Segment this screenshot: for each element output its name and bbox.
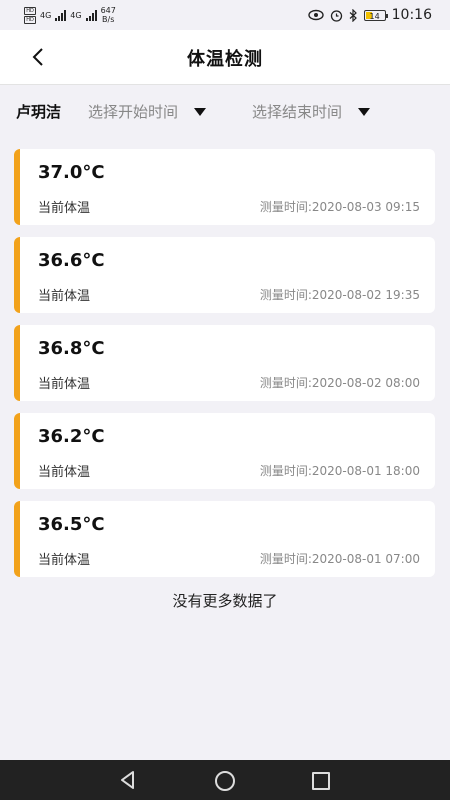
dropdown-arrow-icon [358, 107, 371, 116]
user-name: 卢玥洁 [16, 103, 62, 121]
nav-recent-apps-icon[interactable] [312, 772, 330, 790]
record-card[interactable]: 36.6°C 当前体温 测量时间:2020-08-02 19:35 [14, 237, 435, 313]
system-nav-bar [0, 760, 450, 800]
nav-back-icon[interactable] [118, 770, 138, 790]
record-label: 当前体温 [38, 201, 91, 216]
end-time-selector[interactable]: 选择结束时间 [252, 101, 371, 122]
record-time: 测量时间:2020-08-03 09:15 [259, 200, 420, 214]
record-label: 当前体温 [38, 289, 91, 304]
alarm-icon [330, 9, 342, 22]
record-label: 当前体温 [38, 553, 91, 568]
end-time-placeholder: 选择结束时间 [252, 103, 343, 121]
record-temperature: 36.8°C [38, 338, 105, 359]
record-time: 测量时间:2020-08-02 19:35 [259, 288, 420, 302]
app-header: 体温检测 [0, 30, 450, 85]
record-temperature: 37.0°C [38, 162, 105, 183]
network-type-1: 4G [40, 10, 52, 20]
record-card[interactable]: 36.5°C 当前体温 测量时间:2020-08-01 07:00 [14, 501, 435, 577]
network-speed: 647 B/s [101, 6, 116, 24]
bluetooth-icon [349, 8, 357, 22]
record-temperature: 36.2°C [38, 426, 105, 447]
record-temperature: 36.5°C [38, 514, 105, 535]
sim2-icon: HD [24, 15, 36, 24]
page-title: 体温检测 [187, 49, 263, 70]
record-card[interactable]: 37.0°C 当前体温 测量时间:2020-08-03 09:15 [14, 149, 435, 225]
temperature-record-list: 37.0°C 当前体温 测量时间:2020-08-03 09:15 36.6°C… [14, 149, 435, 589]
status-left: HD HD 4G 4G 647 B/s [24, 4, 116, 26]
network-type-2: 4G [70, 10, 82, 20]
sim1-icon: HD [24, 6, 36, 15]
sim-indicators: HD HD [24, 6, 36, 24]
dropdown-arrow-icon [194, 107, 207, 116]
record-card[interactable]: 36.2°C 当前体温 测量时间:2020-08-01 18:00 [14, 413, 435, 489]
no-more-data-text: 没有更多数据了 [172, 592, 278, 610]
start-time-selector[interactable]: 选择开始时间 [88, 101, 207, 122]
card-accent-bar [14, 149, 20, 225]
eye-icon [307, 9, 324, 21]
signal-icon [55, 9, 67, 21]
status-right: 14 10:16 [307, 4, 432, 26]
battery-icon: 14 [363, 9, 388, 21]
network-speed-unit: B/s [102, 15, 115, 24]
card-accent-bar [14, 237, 20, 313]
status-bar: HD HD 4G 4G 647 B/s 14 10:16 [0, 0, 450, 30]
record-time: 测量时间:2020-08-01 07:00 [259, 552, 420, 566]
network-speed-value: 647 [100, 6, 116, 15]
record-time: 测量时间:2020-08-01 18:00 [259, 464, 420, 478]
card-accent-bar [14, 501, 20, 577]
start-time-placeholder: 选择开始时间 [88, 103, 179, 121]
record-time: 测量时间:2020-08-02 08:00 [259, 376, 420, 390]
clock: 10:16 [391, 7, 432, 23]
card-accent-bar [14, 413, 20, 489]
nav-home-icon[interactable] [215, 771, 235, 791]
record-label: 当前体温 [38, 465, 91, 480]
card-accent-bar [14, 325, 20, 401]
record-temperature: 36.6°C [38, 250, 105, 271]
record-label: 当前体温 [38, 377, 91, 392]
battery-level: 14 [369, 11, 380, 21]
record-card[interactable]: 36.8°C 当前体温 测量时间:2020-08-02 08:00 [14, 325, 435, 401]
filter-bar: 卢玥洁 选择开始时间 选择结束时间 [0, 96, 450, 126]
signal-icon-2 [85, 9, 97, 21]
